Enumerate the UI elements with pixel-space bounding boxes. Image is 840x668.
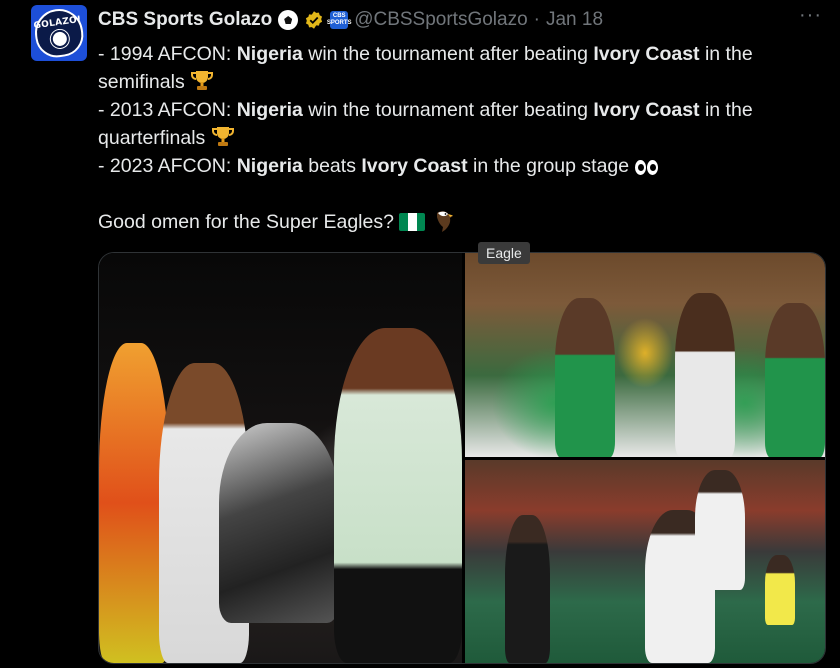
tweet-line: - 2023 AFCON: Nigeria beats Ivory Coast …	[98, 152, 828, 180]
tweet-line: - 1994 AFCON: Nigeria win the tournament…	[98, 40, 828, 96]
bold-text: Nigeria	[236, 43, 303, 65]
tweet-text: - 1994 AFCON: Nigeria win the tournament…	[98, 40, 828, 236]
photo-2023-match-celebration[interactable]	[465, 460, 825, 663]
emoji-tooltip: Eagle	[478, 242, 530, 264]
tweet-date[interactable]: Jan 18	[546, 9, 603, 31]
tweet-header: CBS Sports Golazo CBS SPORTS @CBSSportsG…	[98, 6, 603, 34]
cbs-sports-affiliate-icon[interactable]: CBS SPORTS	[327, 11, 352, 29]
text-segment: win the tournament after beating	[302, 43, 594, 65]
tweet-line: - 2013 AFCON: Nigeria win the tournament…	[98, 96, 828, 152]
text-segment: - 2013 AFCON:	[98, 99, 237, 121]
author-handle[interactable]: @CBSSportsGolazo	[354, 9, 527, 31]
media-grid[interactable]	[98, 252, 826, 664]
soccer-ball-icon	[278, 10, 299, 30]
text-segment: Good omen for the Super Eagles?	[98, 211, 400, 233]
eagle-icon	[433, 209, 457, 233]
text-segment: in the group stage	[467, 155, 635, 177]
photo-1994-trophy-celebration[interactable]	[99, 253, 462, 663]
text-segment: beats	[302, 155, 362, 177]
trophy-icon	[190, 70, 214, 92]
bold-text: Nigeria	[236, 99, 303, 121]
tweet-line: Good omen for the Super Eagles?	[98, 208, 828, 236]
nigeria-flag-icon	[399, 213, 426, 231]
golazo-logo-icon: GOLAZO!	[31, 5, 87, 61]
bold-text: Ivory Coast	[593, 43, 700, 65]
bold-text: Ivory Coast	[593, 99, 700, 121]
eyes-icon	[634, 160, 658, 175]
bold-text: Nigeria	[236, 155, 303, 177]
more-options-icon[interactable]: ···	[799, 5, 822, 25]
avatar-logo-text: GOLAZO!	[33, 14, 83, 32]
author-name[interactable]: CBS Sports Golazo	[98, 9, 272, 31]
photo-2013-trophy-celebration[interactable]	[465, 253, 825, 457]
header-separator: ·	[533, 9, 540, 30]
verified-badge-icon[interactable]	[304, 10, 324, 30]
text-segment: - 1994 AFCON:	[98, 43, 237, 65]
avatar[interactable]: GOLAZO!	[31, 5, 87, 61]
text-segment: win the tournament after beating	[302, 99, 594, 121]
bold-text: Ivory Coast	[361, 155, 468, 177]
trophy-icon	[211, 126, 235, 148]
text-segment: - 2023 AFCON:	[98, 155, 237, 177]
